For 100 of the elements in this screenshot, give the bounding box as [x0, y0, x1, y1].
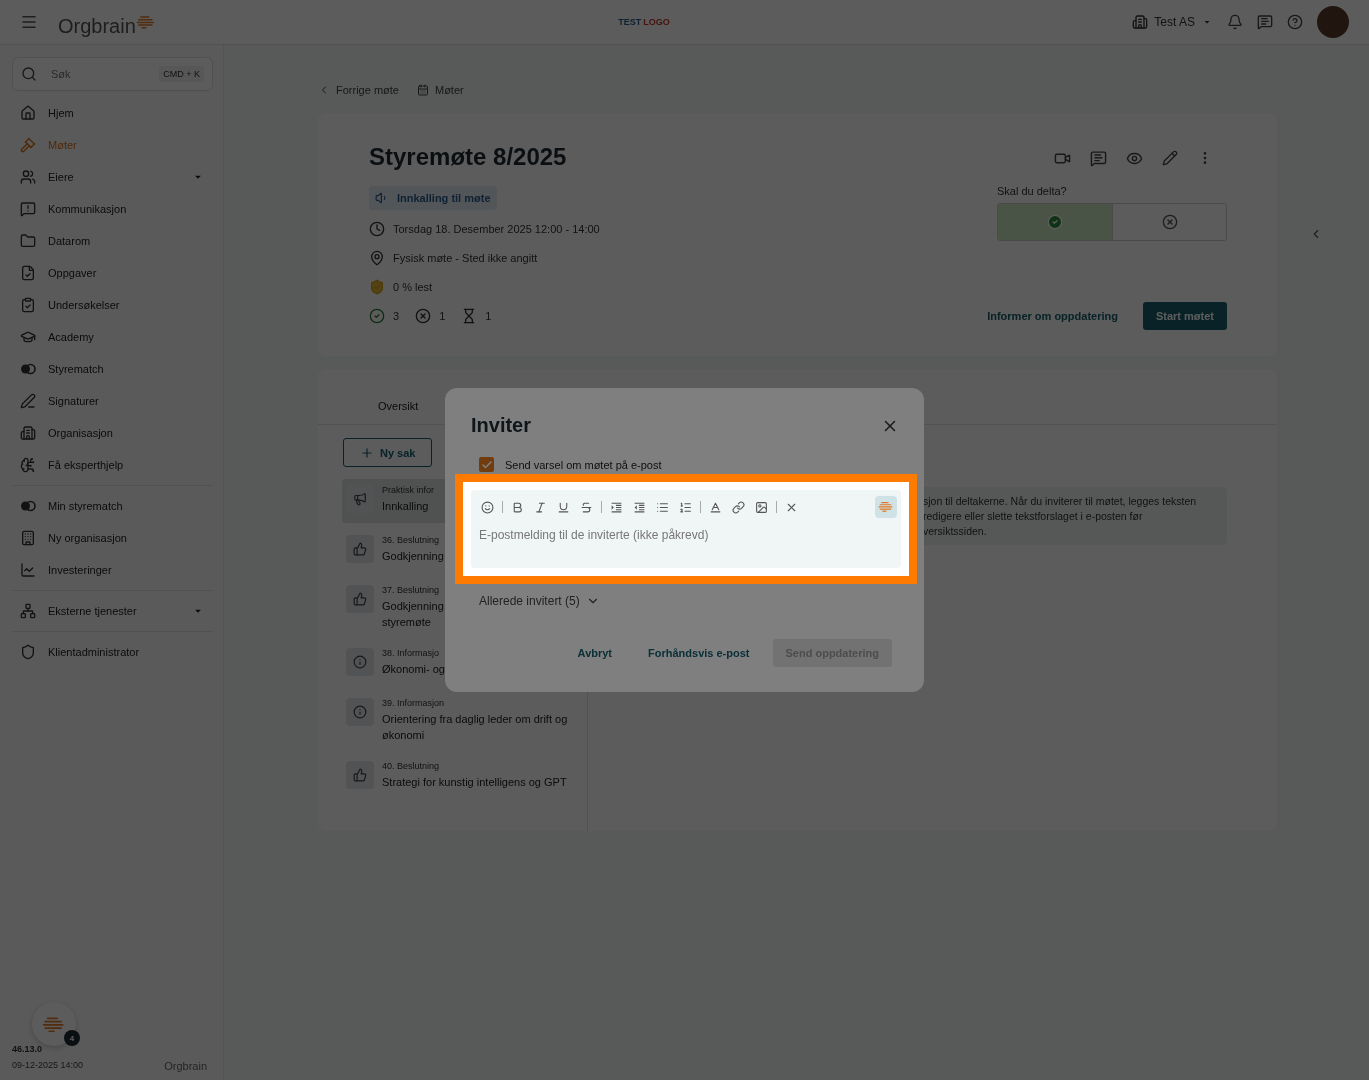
shield-icon: [369, 279, 385, 295]
attend-toggle[interactable]: [997, 203, 1227, 241]
bold-icon: [511, 500, 524, 514]
ai-button[interactable]: [875, 496, 897, 518]
checkbox[interactable]: [479, 457, 494, 472]
sidebar-item[interactable]: Datarom: [12, 225, 213, 257]
pencil-icon[interactable]: [1162, 150, 1178, 166]
strikethrough-icon: [580, 500, 593, 514]
sidebar-item[interactable]: Hjem: [12, 97, 213, 129]
sidebar-item[interactable]: Min styrematch: [12, 490, 213, 522]
gavel-icon: [20, 137, 36, 153]
inform-button[interactable]: Informer om oppdatering: [987, 302, 1118, 330]
chat-icon[interactable]: [1090, 149, 1107, 167]
search-icon: [21, 66, 37, 82]
message-editor[interactable]: E-postmelding til de inviterte (ikke påkrevd): [471, 490, 901, 568]
outdent-icon: [633, 500, 646, 514]
message-field[interactable]: E-postmelding til de inviterte (ikke påkrevd): [479, 518, 897, 568]
sidebar-item[interactable]: Investeringer: [12, 554, 213, 586]
shortcut-hint: CMD + K: [159, 66, 204, 82]
check-icon: [480, 458, 493, 471]
message-alert-icon: [20, 201, 36, 217]
x-circle-icon: [1161, 214, 1178, 230]
home-icon: [20, 105, 36, 121]
info-icon: [353, 705, 367, 719]
thumbs-icon: [353, 592, 367, 606]
sidebar-item[interactable]: Ny organisasjon: [12, 522, 213, 554]
chart-icon: [20, 562, 36, 578]
sidebar-item[interactable]: Oppgaver: [12, 257, 213, 289]
count-text: 3: [393, 310, 400, 322]
shield-icon: [20, 644, 36, 660]
numbered-list-icon: [679, 500, 692, 514]
building-icon: [20, 425, 36, 441]
count-text: 1: [485, 310, 492, 322]
brain-icon: [878, 501, 894, 513]
sidebar-item[interactable]: Organisasjon: [12, 417, 213, 449]
sidebar-item[interactable]: Signaturer: [12, 385, 213, 417]
link-button[interactable]: [730, 498, 747, 516]
building-icon: [1132, 14, 1149, 30]
info-text: versiktssiden.: [923, 525, 988, 537]
date-text: 09-12-2025 14:00: [12, 1060, 84, 1070]
emoji-icon: [481, 500, 494, 514]
start-button[interactable]: Start møtet: [1142, 302, 1227, 330]
sidebar-item[interactable]: Klientadministrator: [12, 636, 213, 668]
read-status: 0 % lest: [393, 281, 433, 293]
plus-icon: [360, 445, 374, 460]
network-icon: [20, 603, 36, 619]
link-icon: [732, 500, 745, 514]
attend-no-button[interactable]: [1112, 204, 1226, 240]
notification-icon[interactable]: [1227, 14, 1243, 30]
item-title: Økonomi- og: [382, 662, 445, 677]
chat-icon[interactable]: [1257, 14, 1273, 30]
menu-icon[interactable]: [20, 13, 38, 31]
sidebar-item[interactable]: Undersøkelser: [12, 289, 213, 321]
item-type: 38. Informasjo: [382, 648, 441, 658]
invited-toggle[interactable]: Allerede invitert (5): [479, 594, 600, 608]
sidebar-item[interactable]: Kommunikasjon: [12, 193, 213, 225]
test-logo-text: TEST: [618, 17, 642, 27]
brain-logo-icon: [135, 15, 156, 29]
emoji-button[interactable]: [479, 498, 496, 516]
sidebar-item[interactable]: Styrematch: [12, 353, 213, 385]
underline-icon: [557, 500, 570, 514]
clock-icon: [369, 221, 385, 237]
meeting-title: Styremøte 8/2025: [369, 143, 568, 171]
dialog-button[interactable]: Forhåndsvis e-post: [635, 639, 763, 667]
sidebar-item[interactable]: Eiere: [12, 161, 213, 193]
thumbs-icon: [353, 768, 367, 782]
dialog-button[interactable]: Avbryt: [564, 639, 626, 667]
item-title: Godkjenning styremøte: [382, 599, 444, 630]
item-type: 36. Beslutning: [382, 535, 441, 545]
info-icon: [353, 655, 367, 669]
text-color-icon: [709, 500, 722, 514]
building-icon: [20, 530, 36, 546]
circles-icon: [20, 361, 36, 377]
version-text: 46.13.0: [12, 1044, 43, 1054]
attend-question: Skal du delta?: [997, 185, 1067, 197]
meetings-link[interactable]: Møter: [416, 84, 464, 96]
tab[interactable]: Oversikt: [368, 400, 429, 424]
clipboard-check-icon: [20, 297, 36, 313]
logo[interactable]: Orgbrain: [58, 14, 136, 38]
back-link[interactable]: Forrige møte: [318, 84, 399, 96]
pen-icon: [20, 393, 36, 409]
attend-yes-button[interactable]: [998, 204, 1112, 240]
folder-icon: [20, 233, 36, 249]
new-item-button[interactable]: Ny sak: [343, 438, 433, 467]
sidebar-item[interactable]: Eksterne tjenester: [12, 595, 213, 627]
avatar[interactable]: [1317, 6, 1349, 38]
sidebar-item[interactable]: Møter: [12, 129, 213, 161]
checkbox-label: Send varsel om møtet på e-post: [505, 458, 662, 471]
help-icon[interactable]: [1287, 14, 1303, 30]
item-type: 40. Beslutning: [382, 761, 441, 771]
organization-selector[interactable]: Test AS: [1132, 14, 1213, 30]
brain-icon: [42, 1015, 66, 1033]
status-chip: Innkalling til møte: [369, 186, 497, 210]
sidebar-item[interactable]: Academy: [12, 321, 213, 353]
assistant-button[interactable]: [32, 1002, 76, 1046]
file-check-icon: [20, 265, 36, 281]
count-text: 1: [439, 310, 446, 322]
x-circle-icon: [415, 308, 432, 324]
graduation-cap-icon: [20, 329, 36, 345]
sidebar-item[interactable]: Få eksperthjelp: [12, 449, 213, 481]
